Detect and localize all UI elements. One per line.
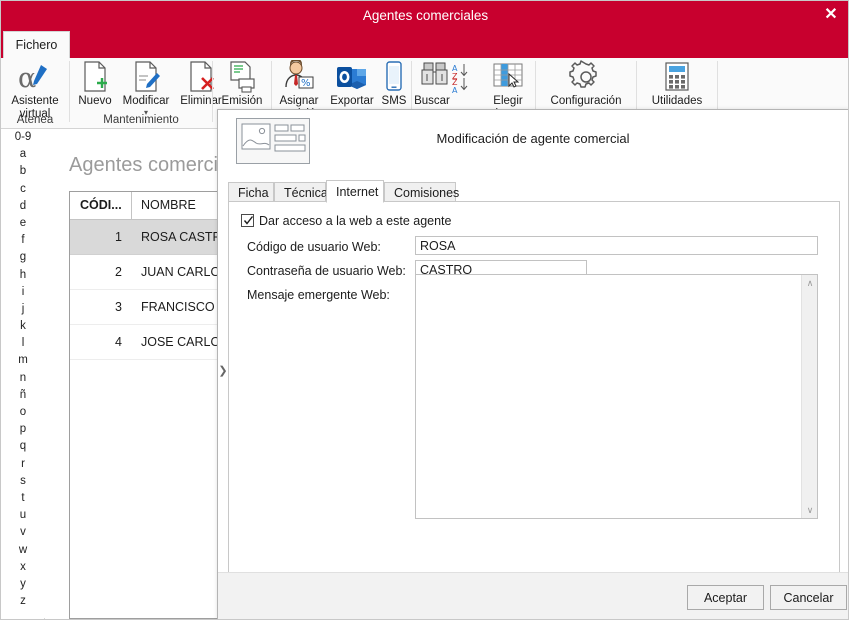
- button-emision[interactable]: Emisión: [215, 60, 269, 108]
- alphabet-index-rail: 0-9 a b c d e f g h i j k l m n ñ o p q r s t u v w x y z: [2, 129, 45, 619]
- mobile-phone-icon: [378, 60, 410, 94]
- cell-codigo: 1: [115, 230, 122, 244]
- button-asistente-virtual[interactable]: α Asistente virtual: [5, 60, 65, 120]
- alpha-index-q[interactable]: q: [2, 438, 44, 455]
- svg-text:%: %: [301, 78, 311, 89]
- ribbon-group-atenea: α Asistente virtual Atenea: [1, 58, 69, 128]
- outlook-export-icon: [326, 60, 378, 94]
- ribbon-tab-strip: Fichero: [1, 31, 848, 58]
- alpha-index-j[interactable]: j: [2, 301, 44, 318]
- memo-field-wrapper: ∧ ∨: [415, 274, 818, 519]
- dialog-tab-tcnica[interactable]: Técnica: [274, 182, 328, 202]
- assign-commission-icon: %: [272, 58, 326, 94]
- button-label: Asistente: [11, 95, 59, 107]
- alpha-index-f[interactable]: f: [2, 232, 44, 249]
- alpha-index-z[interactable]: z: [2, 593, 44, 610]
- alpha-index-v[interactable]: v: [2, 524, 44, 541]
- svg-text:A: A: [452, 86, 458, 94]
- alpha-index-n[interactable]: n: [2, 370, 44, 387]
- alpha-index-o[interactable]: o: [2, 404, 44, 421]
- button-modificar[interactable]: Modificar ▾: [118, 60, 174, 116]
- alpha-index-c[interactable]: c: [2, 181, 44, 198]
- edit-document-icon: [118, 60, 174, 94]
- dialog-tab-ficha[interactable]: Ficha: [228, 182, 274, 202]
- alpha-index-a[interactable]: a: [2, 146, 44, 163]
- cell-codigo: 4: [115, 335, 122, 349]
- label-codigo-usuario-web: Código de usuario Web:: [247, 240, 381, 254]
- alpha-index-g[interactable]: g: [2, 249, 44, 266]
- ribbon-group-mantenimiento: Nuevo Modificar ▾ Eliminar Mantenimiento: [70, 58, 222, 128]
- button-label: Asignar: [279, 95, 319, 107]
- alpha-index-ñ[interactable]: ñ: [2, 387, 44, 404]
- cell-codigo: 3: [115, 300, 122, 314]
- button-label: Buscar: [414, 95, 450, 107]
- cell-codigo: 2: [115, 265, 122, 279]
- print-report-icon: [215, 60, 269, 94]
- tab-fichero[interactable]: Fichero: [3, 31, 70, 58]
- memo-scrollbar[interactable]: ∧ ∨: [801, 275, 817, 518]
- button-label: Configuración: [550, 95, 622, 107]
- dialog-title: Modificación de agente comercial: [436, 131, 630, 146]
- dialog-footer: Aceptar Cancelar: [218, 572, 848, 619]
- button-label: Elegir: [493, 95, 523, 107]
- dialog-tab-internet[interactable]: Internet: [326, 180, 384, 203]
- gear-icon: [538, 60, 634, 94]
- alpha-index-m[interactable]: m: [2, 352, 44, 369]
- close-icon[interactable]: ✕: [818, 3, 844, 27]
- button-buscar[interactable]: A Z Z A Buscar: [414, 60, 482, 108]
- alpha-index-l[interactable]: l: [2, 335, 44, 352]
- alpha-index-i[interactable]: i: [2, 284, 44, 301]
- alpha-index-w[interactable]: w: [2, 542, 44, 559]
- button-label: Emisión: [221, 95, 263, 107]
- panel-expander-icon[interactable]: ❯: [218, 360, 228, 382]
- internet-tab-panel: Dar acceso a la web a este agente Código…: [228, 201, 840, 573]
- alpha-index-s[interactable]: s: [2, 473, 44, 490]
- button-exportar[interactable]: Exportar: [326, 60, 378, 108]
- binoculars-icon: A Z Z A: [414, 60, 482, 95]
- title-bar: Agentes comerciales ✕: [1, 1, 848, 31]
- alpha-index-e[interactable]: e: [2, 215, 44, 232]
- button-utilidades[interactable]: Utilidades ▾: [639, 60, 715, 116]
- label-contrasena-usuario-web: Contraseña de usuario Web:: [247, 264, 406, 278]
- checkbox-label: Dar acceso a la web a este agente: [259, 214, 452, 228]
- button-label: Nuevo: [78, 95, 112, 107]
- alpha-index-digits[interactable]: 0-9: [2, 129, 44, 146]
- button-label: Utilidades: [651, 95, 703, 107]
- window-title: Agentes comerciales: [362, 8, 489, 23]
- scroll-up-icon[interactable]: ∧: [802, 275, 818, 291]
- dialog-header: Modificación de agente comercial: [218, 110, 848, 168]
- choose-columns-icon: [482, 60, 534, 94]
- new-document-icon: [72, 60, 118, 94]
- button-configuracion[interactable]: Configuración: [538, 60, 634, 108]
- alpha-pen-icon: α: [5, 60, 65, 94]
- scroll-down-icon[interactable]: ∨: [802, 502, 818, 518]
- alpha-index-u[interactable]: u: [2, 507, 44, 524]
- button-label: Modificar: [122, 95, 170, 107]
- accept-button[interactable]: Aceptar: [687, 585, 764, 610]
- group-label-mantenimiento: Mantenimiento: [103, 114, 179, 126]
- svg-text:α: α: [18, 63, 36, 94]
- button-label: Exportar: [330, 95, 374, 107]
- alpha-index-d[interactable]: d: [2, 198, 44, 215]
- group-label-atenea: Atenea: [16, 114, 54, 126]
- button-nuevo[interactable]: Nuevo: [72, 60, 118, 108]
- edit-agent-dialog: Modificación de agente comercial ❯ Ficha…: [217, 109, 848, 619]
- calculator-icon: [639, 60, 715, 94]
- dialog-tab-comisiones[interactable]: Comisiones: [384, 182, 459, 202]
- input-codigo-usuario-web[interactable]: [415, 236, 818, 255]
- alpha-index-p[interactable]: p: [2, 421, 44, 438]
- alpha-index-r[interactable]: r: [2, 456, 44, 473]
- textarea-mensaje-emergente-web[interactable]: [416, 275, 802, 518]
- alpha-index-b[interactable]: b: [2, 163, 44, 180]
- checkbox-box[interactable]: [241, 214, 254, 227]
- alpha-index-t[interactable]: t: [2, 490, 44, 507]
- alpha-index-k[interactable]: k: [2, 318, 44, 335]
- alpha-index-y[interactable]: y: [2, 576, 44, 593]
- alpha-index-h[interactable]: h: [2, 267, 44, 284]
- cancel-button[interactable]: Cancelar: [770, 585, 847, 610]
- application-window: Agentes comerciales ✕ Fichero α Asistent…: [0, 0, 849, 620]
- column-header-codigo[interactable]: CÓDI...: [70, 192, 132, 219]
- alpha-index-x[interactable]: x: [2, 559, 44, 576]
- label-mensaje-emergente-web: Mensaje emergente Web:: [247, 288, 390, 302]
